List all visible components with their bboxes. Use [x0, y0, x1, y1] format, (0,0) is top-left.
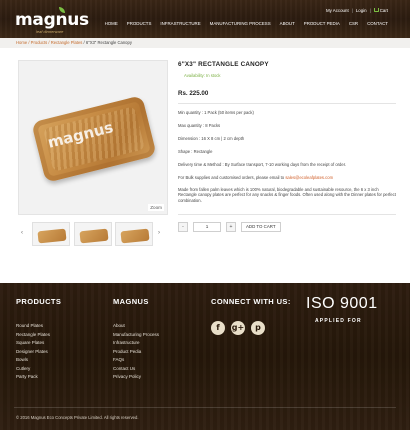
qty-plus-button[interactable]: + — [226, 222, 236, 232]
facebook-icon[interactable]: f — [211, 321, 225, 335]
nav-product-pedia[interactable]: PRODUCT PEDIA — [304, 21, 340, 26]
nav-products[interactable]: PRODUCTS — [127, 21, 152, 26]
footer-link-rectangle-plates[interactable]: Rectangle Plates — [16, 331, 50, 340]
sales-email-link[interactable]: sales@ecoleafplates.com — [285, 175, 333, 180]
my-account-link[interactable]: My Account — [326, 8, 349, 13]
breadcrumb-home[interactable]: Home — [16, 40, 27, 45]
thumbnail-strip: ‹ › — [18, 222, 168, 248]
social-links: f g+ p — [211, 321, 265, 335]
google-plus-icon[interactable]: g+ — [231, 321, 245, 335]
max-quantity: Max quantity : 8 Packs — [178, 123, 221, 128]
footer-link-bowls[interactable]: Bowls — [16, 356, 50, 365]
logo[interactable]: magnus — [15, 7, 89, 30]
breadcrumb-current: 6"X3" Rectangle Canopy — [85, 40, 132, 45]
separator: | — [351, 8, 353, 13]
min-quantity: Min quantity : 1 Pack (50 items per pack… — [178, 110, 254, 115]
nav-home[interactable]: HOME — [105, 21, 118, 26]
copyright: © 2016 Magnus Eco Concepts Private Limit… — [16, 415, 139, 420]
nav-csr[interactable]: CSR — [349, 21, 358, 26]
shape: Shape : Rectangle — [178, 149, 213, 154]
thumbnail-2[interactable] — [74, 222, 112, 246]
site-header: magnus leaf dinnerware My Account | Logi… — [0, 0, 410, 38]
quantity-row: - 1 + ADD TO CART — [178, 222, 281, 232]
separator: | — [369, 8, 371, 13]
tagline: leaf dinnerware — [36, 29, 64, 34]
footer-link-about[interactable]: About — [113, 322, 159, 331]
thumbnail-1[interactable] — [32, 222, 70, 246]
divider — [178, 214, 396, 215]
thumbnail-plate — [79, 228, 109, 244]
nav-contact[interactable]: CONTACT — [367, 21, 388, 26]
nav-about[interactable]: ABOUT — [280, 21, 295, 26]
bulk-text: For Bulk supplies and customised orders,… — [178, 175, 285, 180]
qty-minus-button[interactable]: - — [178, 222, 188, 232]
site-footer: PRODUCTS Round Plates Rectangle Plates S… — [0, 283, 410, 430]
delivery-info: Delivery time & Method : By Surface tran… — [178, 162, 347, 167]
nav-manufacturing-process[interactable]: MANUFACTURING PROCESS — [210, 21, 271, 26]
dimension: Dimension : 16 X 8 cm | 2 cm depth — [178, 136, 245, 141]
footer-divider — [14, 407, 396, 408]
footer-products-title: PRODUCTS — [16, 297, 62, 306]
nav-infrastructure[interactable]: INFRASTRUCTURE — [160, 21, 200, 26]
footer-magnus-list: About Manufacturing Process Infrastructu… — [113, 322, 159, 382]
thumbnail-3[interactable] — [115, 222, 153, 246]
add-to-cart-button[interactable]: ADD TO CART — [241, 222, 281, 232]
thumbnail-plate — [120, 228, 150, 244]
breadcrumb: Home / Products / Rectangle Plates / 6"X… — [0, 38, 410, 48]
footer-link-party-pack[interactable]: Party Pack — [16, 373, 50, 382]
footer-link-infrastructure[interactable]: Infrastructure — [113, 339, 159, 348]
footer-link-contact[interactable]: Contact Us — [113, 365, 159, 374]
product-description: Made from fallen palm leaves which is 10… — [178, 187, 396, 203]
iso-badge: ISO 9001 — [306, 295, 378, 312]
bulk-info: For Bulk supplies and customised orders,… — [178, 175, 396, 180]
footer-link-round-plates[interactable]: Round Plates — [16, 322, 50, 331]
footer-magnus-title: MAGNUS — [113, 297, 149, 306]
pinterest-icon[interactable]: p — [251, 321, 265, 335]
footer-products-list: Round Plates Rectangle Plates Square Pla… — [16, 322, 50, 382]
logo-text: magnus — [15, 10, 89, 30]
product-title: 6"X3" RECTANGLE CANOPY — [178, 61, 269, 68]
cart-label: Cart — [379, 8, 388, 13]
main-nav: HOME PRODUCTS INFRASTRUCTURE MANUFACTURI… — [105, 21, 388, 26]
footer-link-cutlery[interactable]: Cutlery — [16, 365, 50, 374]
top-links: My Account | Login | Cart — [326, 8, 388, 13]
thumbnail-plate — [37, 228, 67, 244]
thumb-prev-icon[interactable]: ‹ — [21, 230, 23, 236]
footer-link-manufacturing[interactable]: Manufacturing Process — [113, 331, 159, 340]
iso-subtitle: APPLIED FOR — [315, 318, 362, 324]
cart-link[interactable]: Cart — [373, 8, 388, 13]
footer-link-faqs[interactable]: FAQs — [113, 356, 159, 365]
thumb-next-icon[interactable]: › — [158, 230, 160, 236]
login-link[interactable]: Login — [356, 8, 367, 13]
zoom-button[interactable]: Zoom — [148, 204, 164, 211]
divider — [178, 103, 396, 104]
product-image[interactable]: magnus Zoom — [18, 60, 168, 215]
quantity-input[interactable]: 1 — [193, 222, 221, 232]
breadcrumb-products[interactable]: Products — [31, 40, 48, 45]
availability: Availability: In stock — [184, 73, 221, 78]
product-price: Rs. 225.00 — [178, 90, 209, 97]
footer-link-product-pedia[interactable]: Product Pedia — [113, 348, 159, 357]
footer-link-square-plates[interactable]: Square Plates — [16, 339, 50, 348]
footer-connect-title: CONNECT WITH US: — [211, 297, 291, 306]
cart-icon — [373, 8, 379, 12]
footer-link-privacy[interactable]: Privacy Policy — [113, 373, 159, 382]
breadcrumb-category[interactable]: Rectangle Plates — [51, 40, 83, 45]
footer-link-designer-plates[interactable]: Designer Plates — [16, 348, 50, 357]
